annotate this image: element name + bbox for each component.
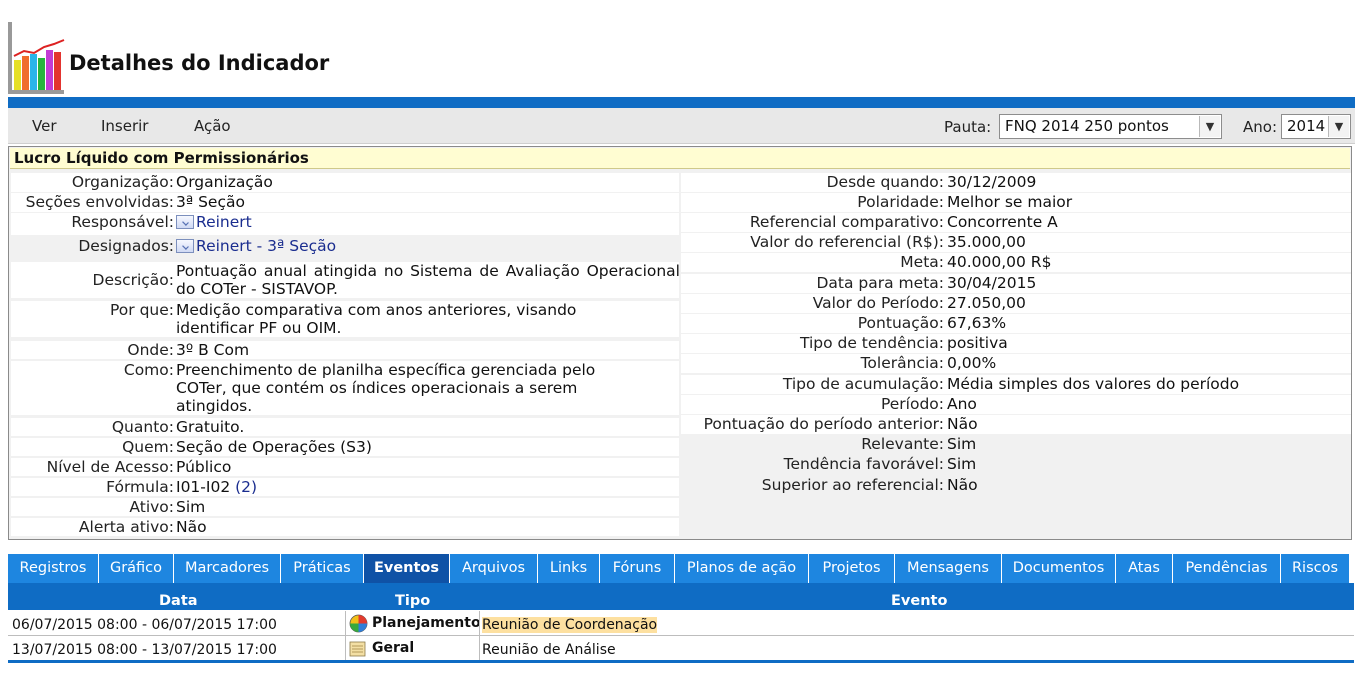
formula-count-link[interactable]: (2) xyxy=(235,478,257,496)
field-meta: Meta: 40.000,00 R$ xyxy=(681,253,1351,272)
page-header: Detalhes do Indicador xyxy=(0,0,1360,97)
ano-label: Ano: xyxy=(1243,118,1277,136)
field-descricao: Descrição: Pontuação anual atingida no S… xyxy=(11,262,680,298)
tab-eventos[interactable]: Eventos xyxy=(364,554,450,583)
user-card-icon[interactable] xyxy=(176,239,194,253)
tab-foruns[interactable]: Fóruns xyxy=(600,554,675,583)
designados-link[interactable]: Reinert - 3ª Seção xyxy=(196,237,336,255)
field-desde-quando: Desde quando: 30/12/2009 xyxy=(681,173,1351,192)
field-onde: Onde: 3º B Com xyxy=(11,341,679,359)
field-secoes: Seções envolvidas: 3ª Seção xyxy=(11,193,679,212)
field-nivel-acesso: Nível de Acesso: Público xyxy=(11,458,679,476)
field-tendencia-favoravel: Tendência favorável: Sim xyxy=(783,455,977,473)
tab-planos-acao[interactable]: Planos de ação xyxy=(675,554,809,583)
tab-arquivos[interactable]: Arquivos xyxy=(450,554,538,583)
table-bottom-border xyxy=(8,660,1354,663)
menu-acao[interactable]: Ação xyxy=(194,117,231,135)
field-superior-referencial: Superior ao referencial: Não xyxy=(761,476,978,494)
field-tipo-acumulacao: Tipo de acumulação: Média simples dos va… xyxy=(681,375,1351,394)
tab-mensagens[interactable]: Mensagens xyxy=(895,554,1002,583)
field-quanto: Quanto: Gratuito. xyxy=(11,418,679,436)
menu-ver[interactable]: Ver xyxy=(32,117,57,135)
field-formula: Fórmula: I01-I02 (2) xyxy=(11,478,679,496)
chevron-down-icon[interactable]: ▼ xyxy=(1199,116,1220,137)
table-row[interactable]: 13/07/2015 08:00 - 13/07/2015 17:00 Gera… xyxy=(8,636,1354,661)
event-link[interactable]: Reunião de Análise xyxy=(482,642,616,658)
field-tipo-tendencia: Tipo de tendência: positiva xyxy=(681,334,1351,353)
ano-select-value: 2014 xyxy=(1287,117,1326,135)
field-polaridade: Polaridade: Melhor se maior xyxy=(681,193,1351,212)
tab-atas[interactable]: Atas xyxy=(1116,554,1173,583)
field-relevante: Relevante: Sim xyxy=(861,435,977,453)
header-divider xyxy=(8,97,1355,108)
field-tolerancia: Tolerância: 0,00% xyxy=(681,354,1351,373)
tab-links[interactable]: Links xyxy=(538,554,600,583)
tab-registros[interactable]: Registros xyxy=(8,554,99,583)
planning-icon xyxy=(349,614,368,633)
pauta-label: Pauta: xyxy=(944,118,992,136)
tab-projetos[interactable]: Projetos xyxy=(809,554,895,583)
tab-marcadores[interactable]: Marcadores xyxy=(174,554,281,583)
field-pontuacao: Pontuação: 67,63% xyxy=(681,314,1351,333)
column-data[interactable]: Data xyxy=(159,593,198,609)
field-designados: Designados: Reinert - 3ª Seção xyxy=(78,237,337,255)
event-link[interactable]: Reunião de Coordenação xyxy=(482,617,658,633)
indicator-name: Lucro Líquido com Permissionários xyxy=(10,148,1350,169)
detail-tabs: Registros Gráfico Marcadores Práticas Ev… xyxy=(8,554,1350,583)
organizacao-link[interactable]: Organização xyxy=(176,173,273,191)
tab-grafico[interactable]: Gráfico xyxy=(99,554,174,583)
field-referencial: Referencial comparativo: Concorrente A xyxy=(681,213,1351,232)
indicator-details-panel: Lucro Líquido com Permissionários Organi… xyxy=(8,146,1352,540)
menu-bar: Ver Inserir Ação Pauta: FNQ 2014 250 pon… xyxy=(8,108,1355,144)
field-por-que: Por que: Medição comparativa com anos an… xyxy=(11,301,679,337)
table-row[interactable]: 06/07/2015 08:00 - 06/07/2015 17:00 Plan… xyxy=(8,611,1354,636)
user-card-icon[interactable] xyxy=(176,215,194,229)
tab-documentos[interactable]: Documentos xyxy=(1002,554,1116,583)
field-data-meta: Data para meta: 30/04/2015 xyxy=(681,274,1351,293)
field-alerta-ativo: Alerta ativo: Não xyxy=(11,518,679,536)
field-valor-referencial: Valor do referencial (R$): 35.000,00 xyxy=(681,233,1351,252)
field-organizacao: Organização: Organização xyxy=(11,173,679,192)
tab-pendencias[interactable]: Pendências xyxy=(1173,554,1281,583)
field-responsavel: Responsável: Reinert xyxy=(11,213,679,235)
indicator-chart-icon xyxy=(8,22,65,94)
field-como: Como: Preenchimento de planilha específi… xyxy=(11,361,679,415)
responsavel-link[interactable]: Reinert xyxy=(196,213,252,231)
menu-inserir[interactable]: Inserir xyxy=(101,117,148,135)
column-evento[interactable]: Evento xyxy=(891,593,947,609)
notepad-icon xyxy=(349,641,366,657)
events-table-header: Data Tipo Evento xyxy=(8,583,1354,610)
pauta-select-value: FNQ 2014 250 pontos xyxy=(1005,117,1169,135)
column-tipo[interactable]: Tipo xyxy=(395,593,430,609)
field-periodo: Período: Ano xyxy=(681,395,1351,414)
field-ativo: Ativo: Sim xyxy=(11,498,679,516)
tab-praticas[interactable]: Práticas xyxy=(281,554,364,583)
field-valor-periodo: Valor do Período: 27.050,00 xyxy=(681,294,1351,313)
ano-select[interactable]: 2014 ▼ xyxy=(1281,114,1351,139)
field-pontuacao-anterior: Pontuação do período anterior: Não xyxy=(681,415,1351,434)
page-title: Detalhes do Indicador xyxy=(69,51,330,75)
chevron-down-icon[interactable]: ▼ xyxy=(1328,116,1349,137)
pauta-select[interactable]: FNQ 2014 250 pontos ▼ xyxy=(999,114,1222,139)
field-quem: Quem: Seção de Operações (S3) xyxy=(11,438,679,456)
tab-riscos[interactable]: Riscos xyxy=(1281,554,1350,583)
secao-link[interactable]: 3ª Seção xyxy=(176,193,245,211)
